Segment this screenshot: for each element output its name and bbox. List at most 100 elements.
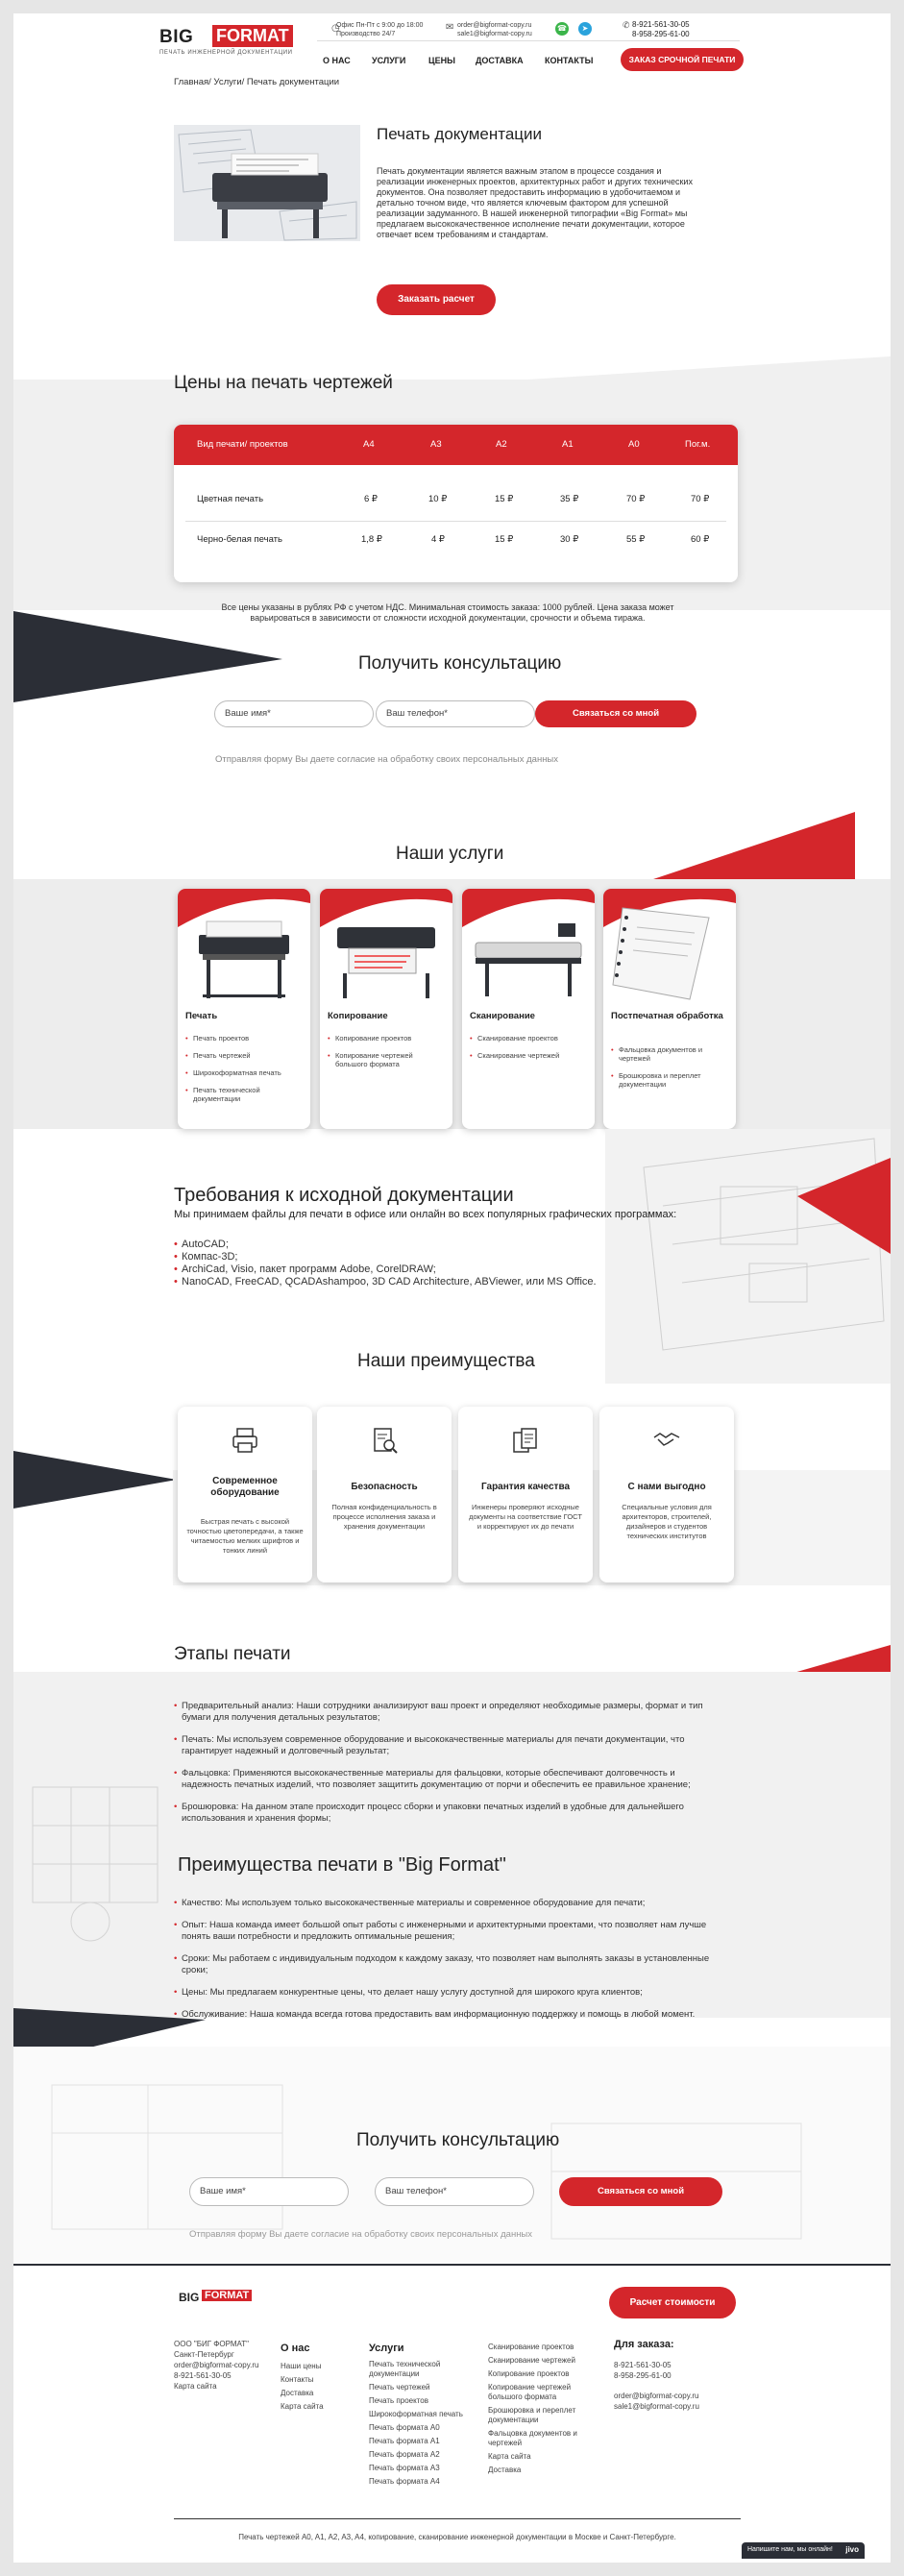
footer-link[interactable]: Контакты (281, 2373, 324, 2387)
list-item[interactable]: Сканирование проектов (470, 1034, 589, 1043)
footer-link[interactable]: Доставка (281, 2387, 324, 2400)
consult2-consent: Отправляя форму Вы даете согласие на обр… (189, 2229, 533, 2240)
row-bw-a0: 55 ₽ (626, 534, 646, 545)
list-item[interactable]: Печать чертежей (185, 1051, 305, 1060)
scanner-image (462, 889, 595, 996)
advantages-title: Наши преимущества (357, 1351, 535, 1371)
footer-link[interactable]: Широкоформатная печать (369, 2410, 473, 2419)
nav-delivery[interactable]: ДОСТАВКА (476, 56, 524, 65)
nav-contacts[interactable]: КОНТАКТЫ (545, 56, 593, 65)
service-card-scan[interactable]: Сканирование Сканирование проектов Скани… (462, 889, 595, 1129)
footer-link[interactable]: Печать формата A3 (369, 2464, 473, 2473)
order-calc-button[interactable]: Заказать расчет (377, 284, 496, 315)
consult2-submit-button[interactable]: Связаться со мной (559, 2177, 722, 2206)
footer-link[interactable]: Печать формата A1 (369, 2437, 473, 2446)
nav-about[interactable]: О НАС (323, 56, 351, 65)
list-item: Цены: Мы предлагаем конкурентные цены, ч… (174, 1987, 712, 1999)
row-bw-a4: 1,8 ₽ (361, 534, 382, 545)
row-color-a0: 70 ₽ (626, 494, 646, 504)
consult2-name-input[interactable]: Ваше имя* (189, 2177, 349, 2206)
footer-link[interactable]: Наши цены (281, 2360, 324, 2373)
company-sitemap[interactable]: Карта сайта (174, 2381, 258, 2392)
list-item: Качество: Мы используем только высококач… (174, 1898, 712, 1909)
consult1-name-input[interactable]: Ваше имя* (214, 700, 374, 727)
logo-big: BIG (159, 27, 194, 47)
footer-email[interactable]: sale1@bigformat-copy.ru (614, 2401, 699, 2412)
footer-link[interactable]: Печать формата A2 (369, 2450, 473, 2460)
footer-phone[interactable]: 8-921-561-30-05 (614, 2360, 699, 2370)
list-item[interactable]: Копирование проектов (328, 1034, 447, 1043)
footer-email[interactable]: order@bigformat-copy.ru (614, 2391, 699, 2401)
breadcrumb[interactable]: Главная/ Услуги/ Печать документации (174, 77, 339, 87)
list-item[interactable]: Широкоформатная печать (185, 1068, 305, 1077)
footer-link[interactable]: Карта сайта (488, 2452, 596, 2462)
price-table-header: Вид печати/ проектов A4 A3 A2 A1 A0 Пог.… (174, 425, 738, 465)
consult2-phone-input[interactable]: Ваш телефон* (375, 2177, 534, 2206)
consult1-submit-button[interactable]: Связаться со мной (535, 700, 696, 727)
advantage-card-security: Безопасность Полная конфиденциальность в… (317, 1407, 452, 1582)
service-card-title: Постпечатная обработка (611, 1011, 723, 1021)
footer-link[interactable]: Копирование проектов (488, 2369, 596, 2379)
calc-cost-button[interactable]: Расчет стоимости (609, 2287, 736, 2318)
footer-link[interactable]: Сканирование проектов (488, 2343, 596, 2352)
footer-link[interactable]: Печать технической документации (369, 2360, 473, 2379)
service-card-print[interactable]: Печать Печать проектов Печать чертежей Ш… (178, 889, 310, 1129)
consult1-title: Получить консультацию (358, 653, 562, 674)
footer-link[interactable]: Печать проектов (369, 2396, 473, 2406)
benefits-list: Качество: Мы используем только высококач… (174, 1898, 712, 2031)
company-city: Санкт-Петербург (174, 2350, 234, 2359)
service-list: Фальцовка документов и чертежей Брошюров… (611, 1045, 730, 1097)
red-wedge-services (653, 812, 855, 879)
list-item[interactable]: Копирование чертежей большого формата (328, 1051, 447, 1068)
copier-image (320, 889, 452, 998)
th-a4: A4 (363, 439, 375, 450)
hero-image (174, 125, 360, 241)
service-card-postprint[interactable]: Постпечатная обработка Фальцовка докумен… (603, 889, 736, 1129)
list-item: Компас-3D; (174, 1251, 597, 1263)
row-color-lm: 70 ₽ (691, 494, 710, 504)
blueprint-background (605, 1129, 891, 1384)
company-email[interactable]: order@bigformat-copy.ru (174, 2360, 258, 2370)
advantage-text: Инженеры проверяют исходные документы на… (469, 1503, 582, 1531)
footer-link[interactable]: Сканирование чертежей (488, 2356, 596, 2366)
footer-services-title: Услуги (369, 2343, 404, 2354)
service-card-title: Копирование (328, 1011, 388, 1021)
footer-logo-big: BIG (179, 2291, 200, 2304)
service-list: Копирование проектов Копирование чертеже… (328, 1034, 447, 1077)
footer-about-links: Наши цены Контакты Доставка Карта сайта (281, 2360, 324, 2414)
nav-services[interactable]: УСЛУГИ (372, 56, 405, 65)
footer-link[interactable]: Печать чертежей (369, 2383, 473, 2392)
service-card-copy[interactable]: Копирование Копирование проектов Копиров… (320, 889, 452, 1129)
header-phone-2[interactable]: 8-958-295-61-00 (632, 30, 690, 39)
th-linear-m: Пог.м. (685, 439, 711, 450)
footer-logo[interactable]: BIG FORMAT (179, 2290, 265, 2311)
requirements-list: AutoCAD; Компас-3D; ArchiCad, Visio, пак… (174, 1239, 597, 1288)
header-email-1[interactable]: order@bigformat-copy.ru (457, 21, 532, 30)
site-logo[interactable]: BIG FORMAT печать инженерной документаци… (159, 23, 294, 61)
whatsapp-icon[interactable]: ☎ (555, 22, 569, 36)
footer-link[interactable]: Печать формата A4 (369, 2477, 473, 2487)
footer-link[interactable]: Печать формата A0 (369, 2423, 473, 2433)
header-phone-1[interactable]: 8-921-561-30-05 (632, 20, 690, 30)
advantage-text: Специальные условия для архитекторов, ст… (622, 1503, 712, 1540)
footer-link[interactable]: Копирование чертежей большого формата (488, 2383, 596, 2402)
consult1-phone-input[interactable]: Ваш телефон* (376, 700, 535, 727)
footer-link[interactable]: Фальцовка документов и чертежей (488, 2429, 596, 2448)
footer-phone[interactable]: 8-958-295-61-00 (614, 2370, 699, 2381)
footer-link[interactable]: Доставка (488, 2466, 596, 2475)
header-emails: order@bigformat-copy.ru sale1@bigformat-… (457, 21, 532, 38)
footer-about-title: О нас (281, 2343, 310, 2354)
list-item[interactable]: Сканирование чертежей (470, 1051, 589, 1060)
list-item[interactable]: Брошюровка и переплет документации (611, 1071, 730, 1089)
list-item[interactable]: Фальцовка документов и чертежей (611, 1045, 730, 1063)
list-item[interactable]: Печать проектов (185, 1034, 305, 1043)
nav-prices[interactable]: ЦЕНЫ (428, 56, 455, 65)
company-phone[interactable]: 8-921-561-30-05 (174, 2370, 258, 2381)
footer-link[interactable]: Карта сайта (281, 2400, 324, 2414)
header-email-2[interactable]: sale1@bigformat-copy.ru (457, 30, 532, 38)
urgent-print-button[interactable]: ЗАКАЗ СРОЧНОЙ ПЕЧАТИ (621, 48, 744, 71)
telegram-icon[interactable]: ➤ (578, 22, 592, 36)
list-item[interactable]: Печать технической документации (185, 1086, 305, 1103)
chat-widget[interactable]: Напишите нам, мы онлайн! jivo (742, 2542, 865, 2559)
footer-link[interactable]: Брошюровка и переплет документации (488, 2406, 596, 2425)
